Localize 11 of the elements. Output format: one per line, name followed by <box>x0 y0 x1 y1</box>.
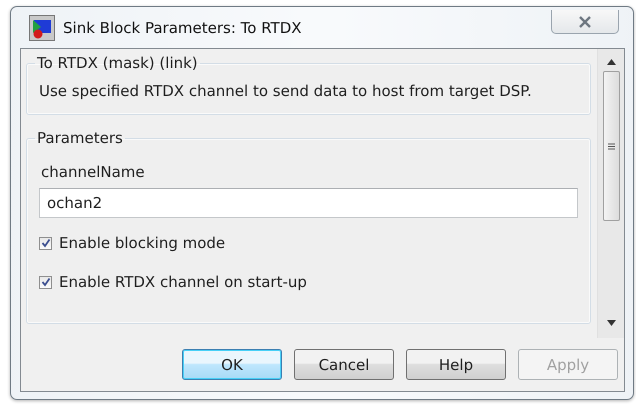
text-field[interactable]: ochan2 <box>39 188 578 218</box>
description-text: Use specified RTDX channel to send data to host from target DSP. <box>39 82 533 100</box>
dialog-button[interactable]: OK <box>182 349 282 380</box>
group-title: To RTDX (mask) (link) <box>36 54 199 72</box>
checkbox-label: Enable RTDX channel on start-up <box>59 273 307 291</box>
window-title: Sink Block Parameters: To RTDX <box>63 18 302 36</box>
checkbox-label: Enable blocking mode <box>59 234 226 252</box>
group-title: Parameters <box>36 129 124 147</box>
field-label: channelName <box>41 163 146 181</box>
dialog-button[interactable]: Help <box>406 349 506 380</box>
dialog-button[interactable]: Cancel <box>294 349 394 380</box>
